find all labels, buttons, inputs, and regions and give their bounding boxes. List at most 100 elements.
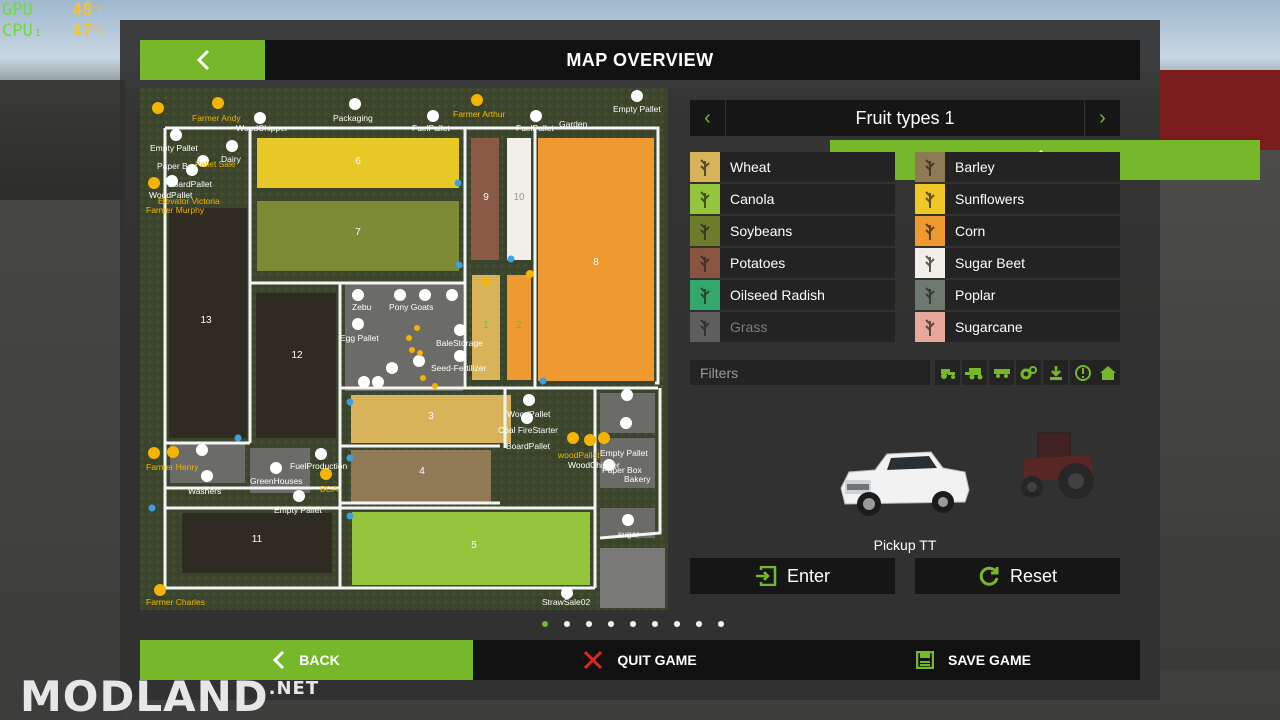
pickup-truck-image[interactable]: [835, 440, 975, 525]
label-fuel-pallet-2: FuelPallet: [516, 123, 554, 133]
save-game-button[interactable]: SAVE GAME: [807, 640, 1140, 680]
filter-combine-button[interactable]: [962, 360, 987, 385]
label-farmer-arthur: Farmer Arthur: [453, 109, 506, 119]
fruit-item-label: Barley: [955, 159, 995, 175]
label-garden: Garden: [559, 119, 588, 129]
tractor-image[interactable]: [1010, 425, 1105, 505]
fruit-item-label: Canola: [730, 191, 775, 207]
page-dot[interactable]: [606, 619, 616, 629]
prev-page-button[interactable]: [140, 40, 265, 80]
enter-button[interactable]: Enter: [690, 558, 895, 594]
download-icon: [1049, 365, 1062, 380]
background-ground: [0, 200, 125, 720]
canola-icon: [690, 184, 720, 214]
fruit-item-canola[interactable]: Canola: [690, 184, 895, 214]
field-label-1: 1: [483, 320, 489, 331]
chevron-left-icon: [196, 49, 209, 71]
filter-tractor-button[interactable]: [935, 360, 960, 385]
map-canvas: 6 7 9 10 8 13 12 1 2 3 4 11 5 Farmer And…: [140, 88, 668, 610]
trailer-icon: [993, 368, 1010, 378]
page-dot[interactable]: [584, 619, 594, 629]
wheat-icon: [690, 152, 720, 182]
grass-icon: [690, 312, 720, 342]
potato-icon: [690, 248, 720, 278]
label-greenhouses: GreenHouses: [250, 476, 302, 486]
reset-button[interactable]: Reset: [915, 558, 1120, 594]
label-bale-storage: BaleStorage: [436, 338, 483, 348]
page-dot[interactable]: [694, 619, 704, 629]
performance-hud: GPU 48°C CPU₁ 47°C: [2, 0, 104, 41]
label-empty-pallet-right: Empty Pallet: [600, 448, 648, 458]
page-dot[interactable]: [672, 619, 682, 629]
farm-map[interactable]: 6 7 9 10 8 13 12 1 2 3 4 11 5 Farmer And…: [140, 88, 668, 610]
reset-label: Reset: [1009, 565, 1058, 586]
fruit-item-potatoes[interactable]: Potatoes: [690, 248, 895, 278]
header-bar: MAP OVERVIEW: [140, 40, 1260, 180]
gpu-temp: 48: [72, 0, 93, 20]
label-farmer-henry: Farmer Henry: [146, 462, 199, 472]
fruit-item-grass[interactable]: Grass: [690, 312, 895, 342]
page-dot[interactable]: [650, 619, 660, 629]
label-woodpallet-right: woodPallet: [557, 450, 600, 460]
label-bakery: Bakery: [624, 474, 651, 484]
page-dot[interactable]: [562, 619, 572, 629]
label-strawsale: StrawSale02: [542, 597, 590, 607]
filter-unload-button[interactable]: [1043, 360, 1068, 385]
save-label: SAVE GAME: [948, 652, 1031, 668]
label-fuel-pallet-1: FuelPallet: [412, 123, 450, 133]
tool-gear-icon: [1020, 365, 1037, 379]
label-empty-pallet-bottom: Empty Pallet: [274, 505, 322, 515]
quit-game-button[interactable]: QUIT GAME: [474, 640, 806, 680]
fruit-item-sugar-beet[interactable]: Sugar Beet: [915, 248, 1120, 278]
fruit-item-label: Sugarcane: [955, 319, 1023, 335]
reset-icon: [979, 566, 999, 586]
filter-tools-button[interactable]: [1016, 360, 1041, 385]
background-shed: [0, 80, 125, 210]
field-label-10: 10: [513, 192, 525, 203]
label-egg-pallet: Egg Pallet: [340, 333, 379, 343]
label-pony-goats: Pony Goats: [389, 302, 433, 312]
fruit-item-label: Poplar: [955, 287, 996, 303]
poplar-icon: [915, 280, 945, 310]
fruit-type-selector: ‹ Fruit types 1 ›: [690, 100, 1120, 136]
soybean-icon: [690, 216, 720, 246]
page-dot[interactable]: [540, 619, 550, 629]
fruit-item-label: Grass: [730, 319, 768, 335]
fruit-item-sunflowers[interactable]: Sunflowers: [915, 184, 1120, 214]
fruit-item-poplar[interactable]: Poplar: [915, 280, 1120, 310]
chevron-left-icon: [273, 651, 285, 669]
sugarbeet-icon: [915, 248, 945, 278]
fruit-item-wheat[interactable]: Wheat: [690, 152, 895, 182]
corn-icon: [915, 216, 945, 246]
page-dot[interactable]: [628, 619, 638, 629]
radish-icon: [690, 280, 720, 310]
cpu-label: CPU₁: [2, 21, 43, 41]
label-paper-box: Paper Box: [157, 161, 197, 171]
label-woodpallet-mid: WoodPallet: [507, 409, 551, 419]
fruit-item-barley[interactable]: Barley: [915, 152, 1120, 182]
fruit-item-soybeans[interactable]: Soybeans: [690, 216, 895, 246]
label-bga: BGA: [320, 484, 338, 494]
field-label-3: 3: [428, 411, 434, 422]
label-farmer-murphy: Farmer Murphy: [146, 205, 205, 215]
filter-warning-button[interactable]: [1070, 360, 1095, 385]
sunflower-icon: [915, 184, 945, 214]
fruit-item-corn[interactable]: Corn: [915, 216, 1120, 246]
filter-trailer-button[interactable]: [989, 360, 1014, 385]
enter-icon: [755, 566, 777, 586]
fruit-next-button[interactable]: ›: [1084, 100, 1120, 136]
page-dot[interactable]: [716, 619, 726, 629]
page-title: MAP OVERVIEW: [566, 49, 714, 70]
fruit-item-oilseed-radish[interactable]: Oilseed Radish: [690, 280, 895, 310]
field-label-6: 6: [355, 156, 361, 167]
vehicle-name: Pickup TT: [873, 537, 937, 553]
fruit-prev-button[interactable]: ‹: [690, 100, 726, 136]
enter-label: Enter: [786, 565, 831, 586]
fruit-item-label: Sunflowers: [955, 191, 1025, 207]
filter-home-button[interactable]: [1095, 360, 1120, 385]
quit-label: QUIT GAME: [617, 652, 697, 668]
sugarcane-icon: [915, 312, 945, 342]
label-empty-pallet-left: Empty Pallet: [150, 143, 198, 153]
gpu-label: GPU: [2, 0, 33, 20]
fruit-item-sugarcane[interactable]: Sugarcane: [915, 312, 1120, 342]
